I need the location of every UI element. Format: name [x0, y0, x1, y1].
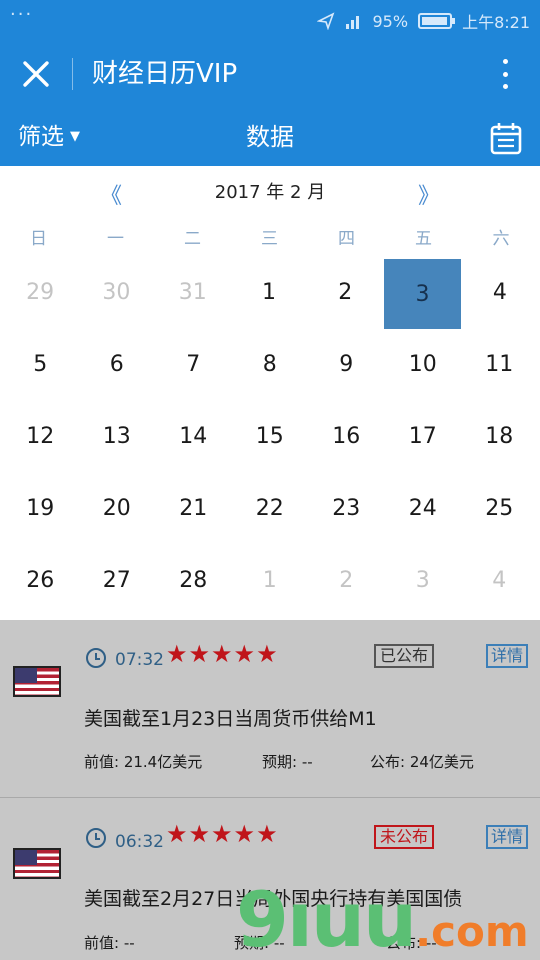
calendar-day[interactable]: 7: [155, 328, 232, 400]
calendar-day[interactable]: 24: [385, 472, 462, 544]
calendar-day[interactable]: 9: [308, 328, 385, 400]
calendar-day[interactable]: 19: [2, 472, 79, 544]
calendar-day-selected[interactable]: 3: [384, 259, 461, 329]
close-icon: [23, 61, 49, 87]
more-vertical-icon: [502, 59, 508, 64]
clock-time: 上午8:21: [462, 13, 530, 32]
status-badge: 已公布: [374, 644, 435, 668]
event-title: 美国截至1月23日当周货币供给M1: [84, 708, 377, 730]
tab-title: 数据: [246, 123, 294, 151]
calendar-day[interactable]: 5: [2, 328, 79, 400]
calendar-day[interactable]: 29: [2, 256, 78, 328]
previous-value: 前值: --: [84, 934, 135, 952]
calendar: 《 2017 年 2 月 》 日 一 二 三 四 五 六 29 30 31 1 2 3 4 5…: [0, 166, 540, 620]
calendar-day[interactable]: 4: [462, 256, 538, 328]
app-bar: 财经日历VIP: [0, 38, 540, 110]
calendar-day[interactable]: 3: [385, 544, 462, 616]
calendar-day[interactable]: 13: [79, 400, 156, 472]
forecast-value: 预期: --: [262, 753, 313, 771]
calendar-week-row: 5 6 7 8 9 10 11: [2, 328, 538, 400]
status-right: 95% 上午8:21: [316, 9, 530, 33]
weekday-label: 一: [107, 229, 124, 249]
app-title: 财经日历VIP: [92, 59, 238, 89]
battery-fill: [422, 17, 447, 25]
close-button[interactable]: [18, 56, 54, 92]
calendar-day[interactable]: 30: [78, 256, 154, 328]
calendar-day[interactable]: 1: [232, 544, 309, 616]
calendar-day[interactable]: 20: [79, 472, 156, 544]
status-bar: ··· 95% 上午8:21: [0, 0, 540, 38]
importance-stars: ★★★★★: [166, 640, 279, 668]
calendar-day[interactable]: 12: [2, 400, 79, 472]
watermark-main: 9ıuu: [236, 875, 417, 960]
calendar-grid: 29 30 31 1 2 3 4 5 6 7 8 9 10 11 12 13 14 15 16 17 18 19 20 21 2…: [2, 256, 538, 616]
clock-icon: [86, 828, 106, 848]
battery-icon: [418, 13, 456, 29]
us-flag-icon: [13, 666, 61, 697]
signal-icon: [345, 16, 359, 29]
calendar-day[interactable]: 16: [308, 400, 385, 472]
detail-button[interactable]: 详情: [486, 825, 529, 849]
detail-button[interactable]: 详情: [486, 644, 529, 668]
actual-value: 公布: 24亿美元: [370, 753, 474, 771]
watermark-suffix: .com: [415, 907, 529, 956]
calendar-day[interactable]: 26: [2, 544, 79, 616]
calendar-day[interactable]: 22: [232, 472, 309, 544]
calendar-week-row: 26 27 28 1 2 3 4: [2, 544, 538, 616]
calendar-day[interactable]: 2: [307, 256, 383, 328]
calendar-day[interactable]: 14: [155, 400, 232, 472]
status-badge: 未公布: [374, 825, 435, 849]
notification-dots: ···: [10, 4, 34, 25]
calendar-day[interactable]: 8: [232, 328, 309, 400]
event-time: 07:32: [115, 650, 164, 670]
calendar-button[interactable]: [490, 121, 522, 155]
calendar-day[interactable]: 10: [385, 328, 462, 400]
calendar-week-row: 19 20 21 22 23 24 25: [2, 472, 538, 544]
watermark: 9ıuu.com: [236, 880, 529, 960]
calendar-day[interactable]: 6: [79, 328, 156, 400]
calendar-day[interactable]: 25: [461, 472, 538, 544]
us-flag-icon: [13, 848, 61, 879]
calendar-day[interactable]: 17: [385, 400, 462, 472]
calendar-day[interactable]: 28: [155, 544, 232, 616]
send-icon: [316, 12, 334, 30]
weekday-label: 四: [338, 229, 355, 249]
previous-value: 前值: 21.4亿美元: [84, 753, 203, 771]
tab-bar: 筛选 ▼ 数据: [0, 110, 540, 166]
weekday-label: 五: [415, 229, 432, 249]
weekday-label: 六: [492, 229, 510, 249]
battery-percent: 95%: [372, 11, 409, 31]
clock-icon: [86, 648, 106, 668]
calendar-day[interactable]: 11: [461, 328, 538, 400]
weekday-label: 二: [184, 229, 201, 249]
month-label: 2017 年 2 月: [214, 182, 326, 203]
calendar-day[interactable]: 2: [308, 544, 385, 616]
calendar-day[interactable]: 4: [461, 544, 538, 616]
calendar-day[interactable]: 15: [232, 400, 309, 472]
list-item[interactable]: 07:32 ★★★★★ 已公布 详情 美国截至1月23日当周货币供给M1 前值:…: [0, 620, 540, 798]
calendar-day[interactable]: 21: [155, 472, 232, 544]
calendar-header: 《 2017 年 2 月 》: [0, 166, 540, 218]
calendar-week-row: 12 13 14 15 16 17 18: [2, 400, 538, 472]
importance-stars: ★★★★★: [166, 820, 279, 848]
next-month-button[interactable]: 》: [414, 178, 444, 210]
calendar-day[interactable]: 31: [155, 256, 231, 328]
calendar-day[interactable]: 27: [79, 544, 156, 616]
calendar-day[interactable]: 23: [308, 472, 385, 544]
calendar-icon: [490, 123, 522, 155]
app-bar-divider: [72, 58, 73, 90]
weekday-row: 日 一 二 三 四 五 六: [0, 224, 540, 258]
weekday-label: 日: [30, 229, 47, 249]
calendar-week-row: 29 30 31 1 2 3 4: [2, 256, 538, 329]
weekday-label: 三: [261, 229, 278, 249]
calendar-day[interactable]: 18: [461, 400, 538, 472]
more-options-button[interactable]: [490, 56, 520, 92]
calendar-day[interactable]: 1: [231, 256, 307, 328]
event-time: 06:32: [115, 832, 164, 852]
